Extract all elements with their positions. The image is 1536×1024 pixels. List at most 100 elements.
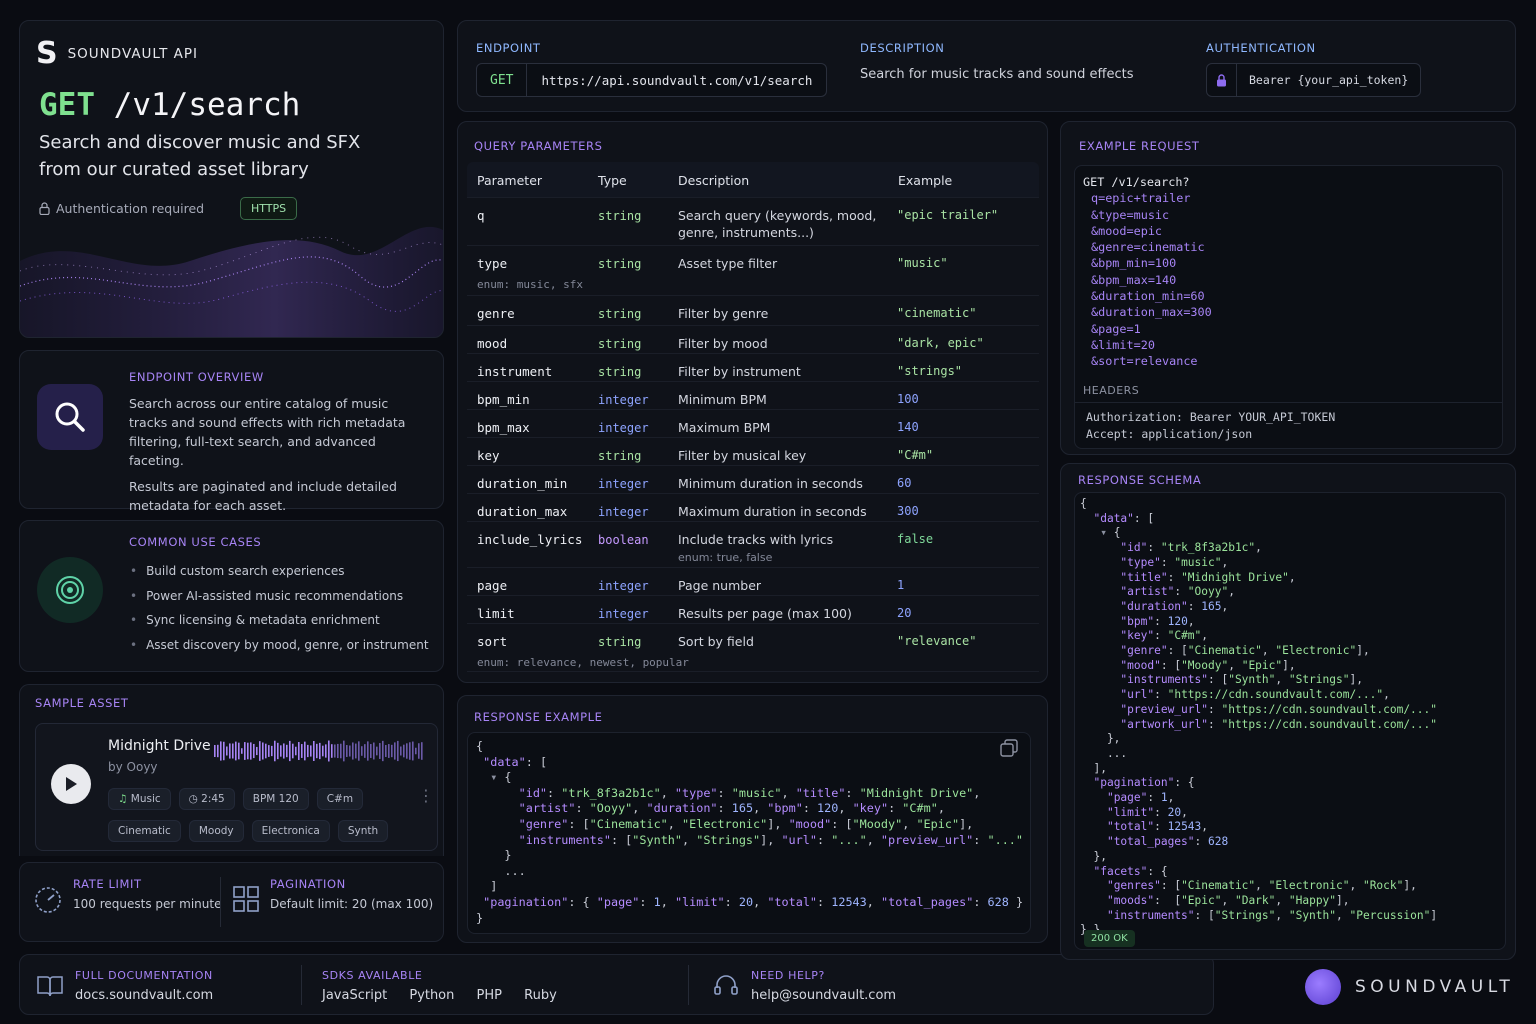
tag-chip[interactable]: Moody bbox=[188, 820, 244, 842]
copy-icon[interactable] bbox=[1000, 739, 1018, 757]
waveform-bar bbox=[307, 744, 309, 758]
request-param-line: &page=1 bbox=[1091, 321, 1141, 336]
param-type: string bbox=[598, 257, 642, 271]
footer-bar: FULL DOCUMENTATION docs.soundvault.com S… bbox=[19, 954, 1214, 1015]
param-example: 100 bbox=[897, 392, 919, 406]
list-item: Power AI-assisted music recommendations bbox=[130, 584, 429, 609]
more-options-icon[interactable]: ⋮ bbox=[418, 786, 434, 805]
param-type: string bbox=[598, 307, 642, 321]
waveform-bar bbox=[406, 743, 408, 759]
auth-token[interactable]: Bearer {your_api_token} bbox=[1237, 73, 1420, 87]
param-name: bpm_min bbox=[477, 392, 530, 407]
help: NEED HELP? help@soundvault.com bbox=[751, 969, 896, 1003]
play-icon bbox=[66, 777, 77, 791]
endpoint-url-box[interactable]: GET https://api.soundvault.com/v1/search bbox=[476, 63, 828, 97]
waveform-bar bbox=[346, 745, 348, 757]
waveform-bar bbox=[364, 744, 366, 758]
auth-token-box[interactable]: Bearer {your_api_token} bbox=[1206, 63, 1422, 97]
waveform-bar bbox=[367, 741, 369, 761]
table-row: bpm_min integer Minimum BPM 100 bbox=[467, 382, 1039, 410]
header-line: Accept: application/json bbox=[1086, 427, 1253, 441]
sdk-link-python[interactable]: Python bbox=[409, 988, 454, 1003]
response-example-code: { "data": [ ▾ { "id": "trk_8f3a2b1c", "t… bbox=[467, 732, 1031, 934]
param-example: 20 bbox=[897, 606, 912, 620]
table-row: duration_max integer Maximum duration in s… bbox=[467, 494, 1039, 522]
param-example: "music" bbox=[897, 256, 948, 270]
endpoint-bar: ENDPOINT GET https://api.soundvault.com/… bbox=[457, 20, 1516, 112]
tag-chip[interactable]: Synth bbox=[337, 820, 389, 842]
sdks-title: SDKS AVAILABLE bbox=[322, 969, 423, 982]
endpoint-label: ENDPOINT bbox=[476, 41, 541, 55]
waveform-bar bbox=[412, 741, 414, 761]
speedometer-icon bbox=[35, 887, 61, 913]
sdk-link-ruby[interactable]: Ruby bbox=[524, 988, 557, 1003]
waveform-bar bbox=[343, 740, 345, 762]
waveform-bar bbox=[388, 744, 390, 758]
hero-method: GET bbox=[39, 87, 95, 123]
tag-chip[interactable]: Electronica bbox=[251, 820, 330, 842]
waveform-bar bbox=[340, 743, 342, 759]
param-description: Filter by mood bbox=[678, 336, 768, 351]
asset-title[interactable]: Midnight Drive bbox=[108, 738, 211, 754]
asset-card[interactable]: Midnight Drive by Ooyy ♫ Music ◷ 2:45 BP… bbox=[35, 723, 438, 851]
sdk-link-php[interactable]: PHP bbox=[477, 988, 502, 1003]
waveform-bar bbox=[385, 745, 387, 757]
waveform-bar bbox=[247, 742, 249, 760]
sdk-link-javascript[interactable]: JavaScript bbox=[322, 988, 387, 1003]
param-example: 1 bbox=[897, 578, 905, 592]
waveform-bar bbox=[394, 742, 396, 760]
param-description: Maximum BPM bbox=[678, 420, 771, 435]
rate-pagination-card: RATE LIMIT 100 requests per minute PAGIN… bbox=[19, 862, 444, 942]
waveform-bar bbox=[358, 741, 360, 761]
asset-key-pill: C#m bbox=[316, 788, 364, 810]
param-type: boolean bbox=[598, 533, 649, 547]
table-row: duration_min integer Minimum duration in s… bbox=[467, 466, 1039, 494]
waveform-bar bbox=[256, 746, 258, 756]
divider bbox=[220, 877, 221, 927]
waveform-bar bbox=[262, 742, 264, 760]
asset-type-label: Music bbox=[130, 793, 161, 805]
param-type: string bbox=[598, 635, 642, 649]
waveform-bar bbox=[241, 748, 243, 754]
table-row: key string Filter by musical key "C#m" bbox=[467, 438, 1039, 466]
waveform-bar bbox=[226, 746, 228, 756]
docs-link[interactable]: FULL DOCUMENTATION docs.soundvault.com bbox=[75, 969, 213, 1003]
tag-chip[interactable]: Cinematic bbox=[108, 820, 181, 842]
auth-note-label: Authentication required bbox=[56, 201, 205, 216]
table-row: q string Search query (keywords, mood, genr… bbox=[467, 198, 1039, 246]
param-description: Filter by musical key bbox=[678, 448, 807, 463]
authentication-col: AUTHENTICATION Bearer {your_api_token} bbox=[1206, 41, 1422, 97]
waveform-bar bbox=[271, 745, 273, 757]
waveform-bar bbox=[268, 745, 270, 757]
table-row: genre string Filter by genre "cinematic" bbox=[467, 296, 1039, 326]
table-row: instrument string Filter by instrument "str… bbox=[467, 354, 1039, 382]
waveform-graphic[interactable] bbox=[214, 738, 424, 764]
waveform-bar bbox=[337, 743, 339, 759]
asset-artist[interactable]: by Ooyy bbox=[108, 760, 158, 774]
param-enum: enum: music, sfx bbox=[477, 278, 583, 291]
waveform-bar bbox=[421, 742, 423, 760]
request-param-line: q=epic+trailer bbox=[1091, 191, 1191, 206]
authentication-label: AUTHENTICATION bbox=[1206, 41, 1316, 55]
help-title: NEED HELP? bbox=[751, 969, 825, 982]
waveform-bar bbox=[244, 742, 246, 760]
response-example-title: RESPONSE EXAMPLE bbox=[474, 710, 603, 724]
waveform-bar bbox=[409, 742, 411, 760]
waveform-bar bbox=[325, 744, 327, 758]
table-row: page integer Page number 1 bbox=[467, 568, 1039, 596]
pagination: PAGINATION Default limit: 20 (max 100) bbox=[270, 877, 433, 911]
divider bbox=[301, 965, 302, 1005]
description-label: DESCRIPTION bbox=[860, 41, 945, 55]
divider bbox=[1075, 402, 1502, 403]
param-description: Filter by instrument bbox=[678, 364, 801, 379]
query-parameters-card: QUERY PARAMETERS Parameter Type Descript… bbox=[457, 121, 1048, 683]
waveform-bar bbox=[217, 744, 219, 758]
headers-title: HEADERS bbox=[1083, 384, 1140, 397]
request-param-line: &bpm_max=140 bbox=[1091, 272, 1177, 287]
help-email[interactable]: help@soundvault.com bbox=[751, 988, 896, 1003]
rate-limit: RATE LIMIT 100 requests per minute bbox=[73, 877, 221, 911]
param-example: 140 bbox=[897, 420, 919, 434]
endpoint-url[interactable]: https://api.soundvault.com/v1/search bbox=[527, 73, 826, 88]
docs-url[interactable]: docs.soundvault.com bbox=[75, 988, 213, 1003]
play-button[interactable] bbox=[51, 764, 91, 804]
